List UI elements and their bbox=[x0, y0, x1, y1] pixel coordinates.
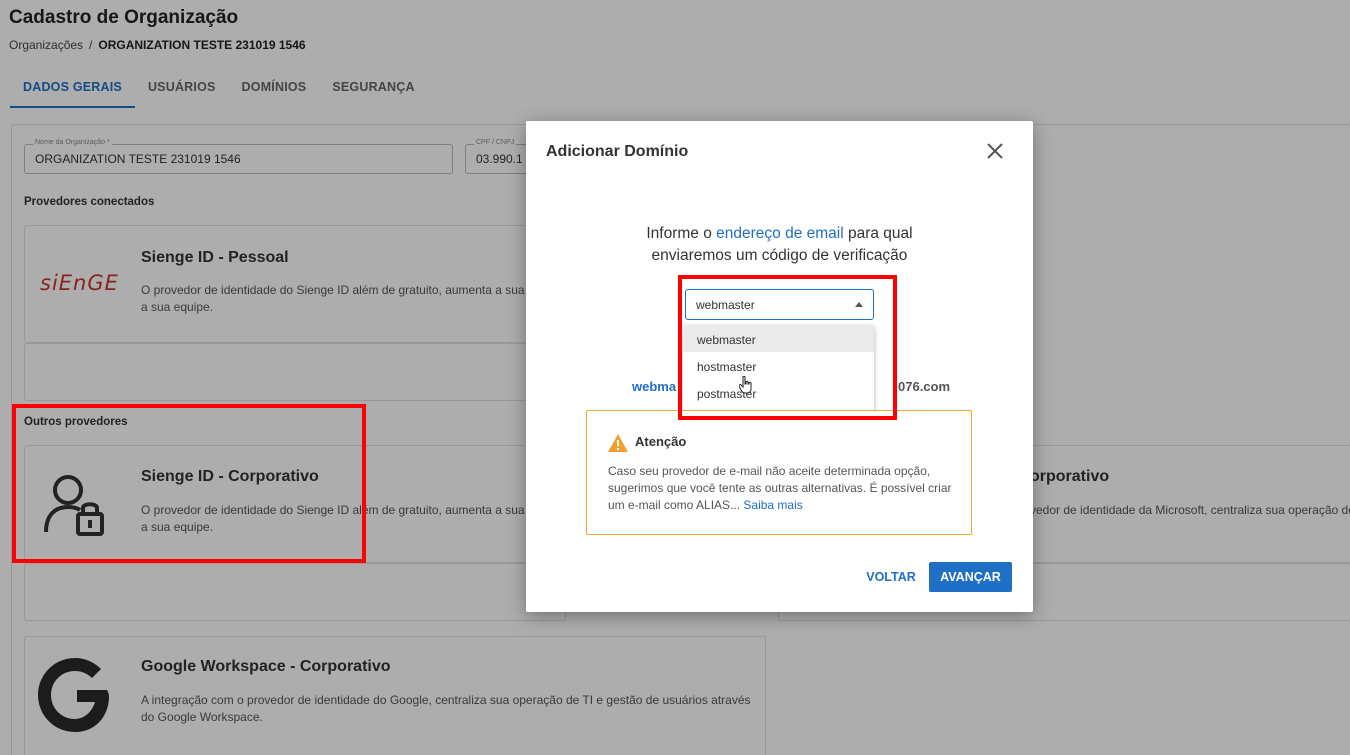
warning-text: Caso seu provedor de e-mail não aceite d… bbox=[608, 463, 958, 514]
warning-title: Atenção bbox=[635, 434, 687, 449]
warning-box: Atenção Caso seu provedor de e-mail não … bbox=[586, 410, 972, 535]
prompt-text-line2: enviaremos um código de verificação bbox=[651, 247, 908, 264]
back-button[interactable]: VOLTAR bbox=[862, 562, 920, 592]
next-button[interactable]: AVANÇAR bbox=[929, 562, 1012, 592]
warning-learn-more-link[interactable]: Saiba mais bbox=[743, 498, 802, 512]
prompt-text-before: Informe o bbox=[646, 225, 717, 242]
close-icon[interactable] bbox=[983, 139, 1007, 163]
dropdown-option-postmaster[interactable]: postmaster bbox=[683, 379, 874, 406]
hand-pointer-icon bbox=[739, 376, 752, 394]
email-preview-head: webma bbox=[632, 379, 677, 394]
dropdown-option-hostmaster[interactable]: hostmaster bbox=[683, 352, 874, 379]
dialog-prompt: Informe o endereço de email para qual en… bbox=[526, 223, 1033, 267]
email-prefix-dropdown: webmaster hostmaster postmaster bbox=[683, 325, 874, 410]
caret-up-icon bbox=[855, 302, 863, 307]
warning-triangle-icon bbox=[608, 434, 628, 452]
dropdown-option-webmaster[interactable]: webmaster bbox=[683, 325, 874, 352]
prompt-text-after: para qual bbox=[843, 225, 913, 242]
prompt-email-link: endereço de email bbox=[716, 225, 844, 242]
email-prefix-select[interactable]: webmaster bbox=[685, 289, 874, 320]
dialog-title: Adicionar Domínio bbox=[546, 143, 689, 160]
email-preview-tail: 076.com bbox=[898, 379, 951, 394]
add-domain-dialog: Adicionar Domínio Informe o endereço de … bbox=[526, 121, 1033, 612]
email-preview: webma 076.com bbox=[632, 379, 950, 394]
email-prefix-select-value: webmaster bbox=[696, 298, 755, 312]
